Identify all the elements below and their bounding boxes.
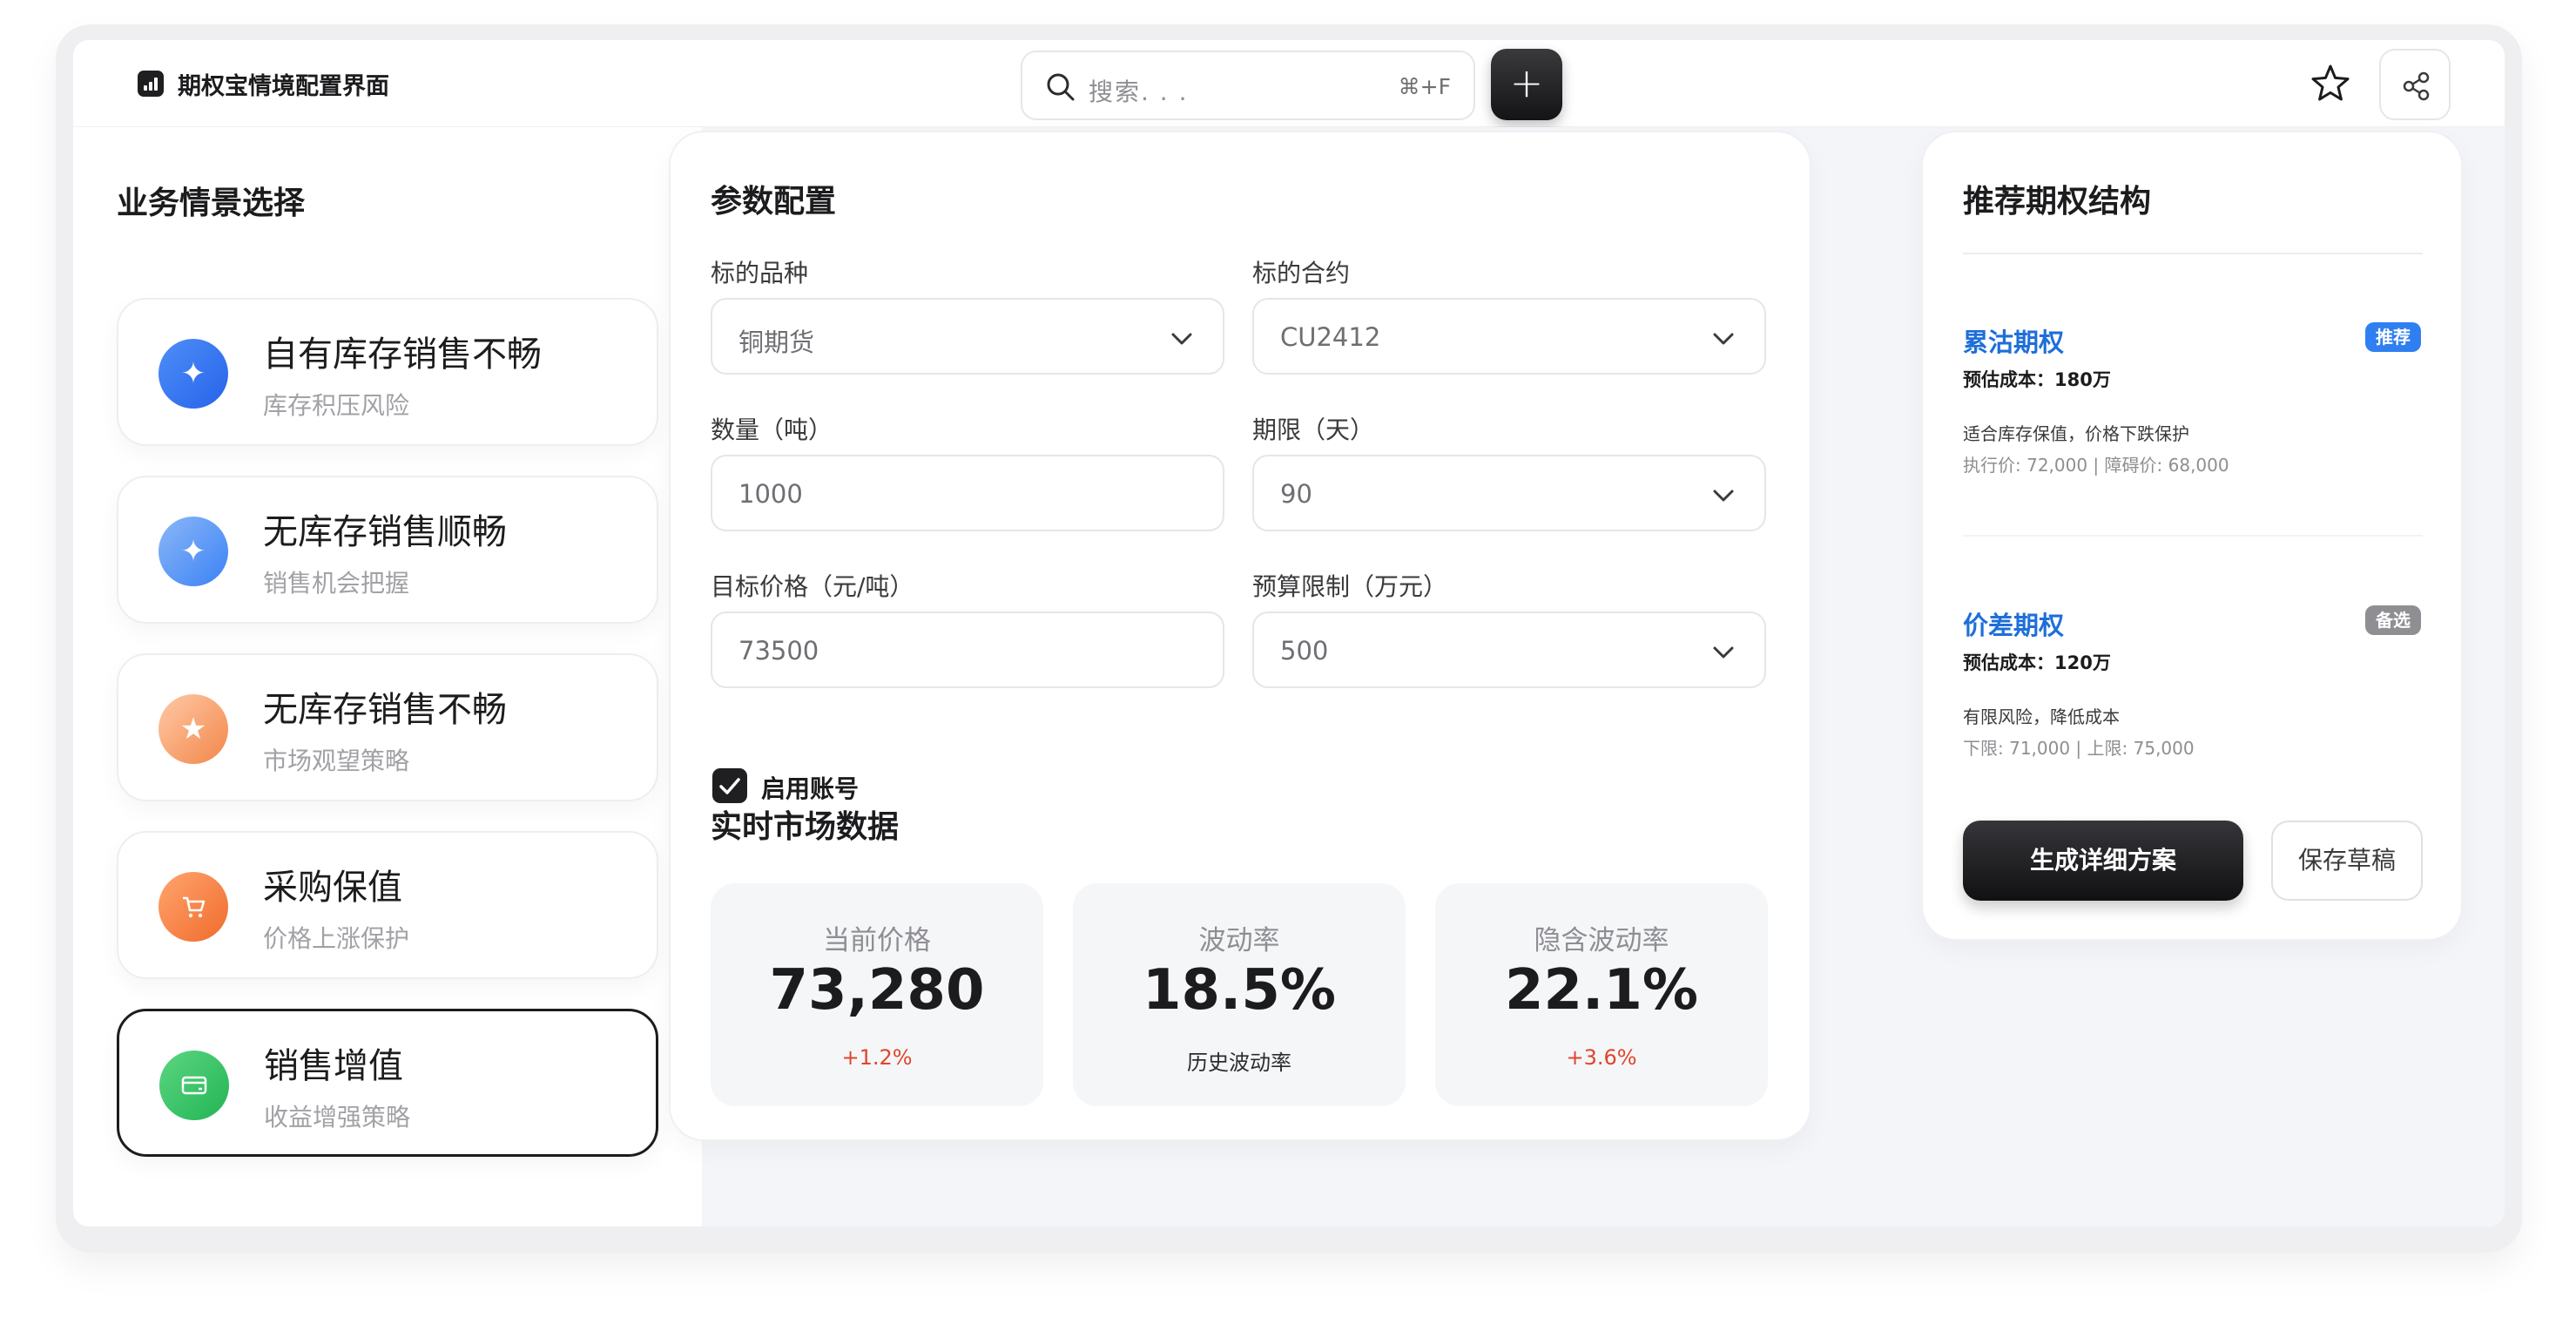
star-icon: ★ (179, 712, 207, 747)
scenario-purchase-hedge[interactable]: 采购保值 价格上涨保护 (117, 831, 658, 979)
scenario-own-inventory-slow[interactable]: ✦ 自有库存销售不畅 库存积压风险 (117, 298, 658, 446)
scenario-subtitle: 价格上涨保护 (263, 924, 410, 953)
metric-label: 隐含波动率 (1534, 925, 1669, 956)
metric-volatility: 波动率 18.5% 历史波动率 (1073, 883, 1406, 1106)
enable-account-label: 启用账号 (761, 774, 860, 803)
scenario-subtitle: 销售机会把握 (263, 569, 410, 598)
quantity-value: 1000 (738, 479, 803, 509)
metric-label: 波动率 (1198, 925, 1280, 956)
underlying-label: 标的品种 (711, 259, 809, 287)
option-badge: 推荐 (2365, 322, 2421, 352)
metric-note: 历史波动率 (1187, 1051, 1291, 1075)
target-price-value: 73500 (738, 636, 819, 666)
scenario-sales-enhance[interactable]: 销售增值 收益增强策略 (117, 1009, 658, 1157)
save-draft-button[interactable]: 保存草稿 (2271, 821, 2423, 901)
market-title: 实时市场数据 (711, 809, 900, 845)
metric-current-price: 当前价格 73,280 +1.2% (711, 883, 1043, 1106)
contract-select[interactable]: CU2412 (1252, 298, 1766, 375)
cart-icon (158, 872, 228, 942)
option-badge: 备选 (2365, 605, 2421, 635)
sidebar: 业务情景选择 ✦ 自有库存销售不畅 库存积压风险 ✦ 无库存销售顺畅 销售机会把… (73, 127, 702, 1226)
underlying-select[interactable]: 铜期货 (711, 298, 1224, 375)
metric-value: 73,280 (769, 958, 985, 1023)
search-placeholder: 搜索. . . (1089, 78, 1189, 106)
divider (1963, 535, 2423, 537)
scenario-title: 自有库存销售不畅 (263, 334, 542, 375)
underlying-value: 铜期货 (738, 328, 815, 357)
metric-change: +3.6% (1566, 1045, 1637, 1070)
scenario-title: 销售增值 (264, 1046, 403, 1086)
metric-change: +1.2% (841, 1045, 913, 1070)
chevron-down-icon (1713, 490, 1734, 502)
search-input[interactable]: 搜索. . . ⌘+F (1021, 51, 1475, 120)
budget-label: 预算限制（万元） (1252, 572, 1448, 601)
bar-chart-icon (138, 71, 164, 97)
param-title: 参数配置 (711, 184, 837, 220)
top-bar: 期权宝情境配置界面 搜索. . . ⌘+F + (73, 40, 2505, 127)
quantity-label: 数量（吨） (711, 416, 833, 444)
add-button[interactable]: + (1491, 49, 1562, 120)
scenario-no-inventory-smooth[interactable]: ✦ 无库存销售顺畅 销售机会把握 (117, 476, 658, 624)
check-icon (719, 778, 740, 794)
sparkle-icon: ✦ (180, 534, 206, 569)
divider (1963, 253, 2423, 254)
sidebar-title: 业务情景选择 (117, 186, 306, 221)
scenario-title: 无库存销售不畅 (263, 690, 507, 730)
budget-select[interactable]: 500 (1252, 611, 1766, 688)
recommend-card: 推荐期权结构 累沽期权 推荐 预估成本：180万 适合库存保值，价格下跌保护 执… (1921, 131, 2463, 941)
option-name[interactable]: 价差期权 (1963, 605, 2064, 642)
contract-label: 标的合约 (1252, 259, 1351, 287)
scenario-icon-badge (159, 1051, 229, 1120)
scenario-title: 无库存销售顺畅 (263, 512, 507, 552)
app-title: 期权宝情境配置界面 (178, 72, 389, 100)
metric-label: 当前价格 (823, 925, 931, 956)
scenario-icon-badge: ✦ (158, 517, 228, 586)
scenario-icon-badge: ★ (158, 694, 228, 764)
scenario-subtitle: 收益增强策略 (264, 1103, 411, 1132)
budget-value: 500 (1280, 636, 1329, 666)
sparkle-icon: ✦ (180, 356, 206, 391)
scenario-no-inventory-slow[interactable]: ★ 无库存销售不畅 市场观望策略 (117, 653, 658, 801)
term-label: 期限（天） (1252, 416, 1375, 444)
chevron-down-icon (1713, 333, 1734, 345)
metric-value: 18.5% (1142, 958, 1337, 1023)
term-select[interactable]: 90 (1252, 455, 1766, 531)
enable-account-checkbox[interactable] (712, 768, 747, 803)
option-cost: 预估成本：120万 (1963, 652, 2111, 673)
card-icon (159, 1051, 229, 1120)
target-price-input[interactable]: 73500 (711, 611, 1224, 688)
metric-implied-volatility: 隐含波动率 22.1% +3.6% (1435, 883, 1768, 1106)
option-desc: 适合库存保值，价格下跌保护 (1963, 423, 2189, 444)
quantity-input[interactable]: 1000 (711, 455, 1224, 531)
favorite-star-icon[interactable] (2303, 56, 2358, 111)
contract-value: CU2412 (1280, 322, 1381, 352)
option-name[interactable]: 累沽期权 (1963, 322, 2064, 359)
metric-value: 22.1% (1504, 958, 1699, 1023)
share-icon (2403, 71, 2430, 101)
scenario-subtitle: 库存积压风险 (263, 391, 410, 420)
option-desc: 有限风险，降低成本 (1963, 706, 2120, 727)
option-cost: 预估成本：180万 (1963, 369, 2111, 390)
app-brand: 期权宝情境配置界面 (138, 70, 389, 100)
scenario-title: 采购保值 (263, 868, 402, 908)
option-detail: 执行价: 72,000 | 障碍价: 68,000 (1963, 455, 2229, 476)
chevron-down-icon (1713, 646, 1734, 659)
target-price-label: 目标价格（元/吨） (711, 572, 914, 601)
term-value: 90 (1280, 479, 1312, 509)
param-config-card: 参数配置 标的品种 铜期货 标的合约 CU2412 数量（吨） 1000 期限（… (669, 131, 1811, 1141)
share-button[interactable] (2379, 49, 2451, 120)
chevron-down-icon (1171, 333, 1192, 345)
recommend-title: 推荐期权结构 (1963, 184, 2152, 220)
scenario-icon-badge: ✦ (158, 339, 228, 409)
scenario-icon-badge (158, 872, 228, 942)
option-detail: 下限: 71,000 | 上限: 75,000 (1963, 738, 2195, 759)
search-icon (1047, 73, 1075, 101)
generate-plan-button[interactable]: 生成详细方案 (1963, 821, 2243, 901)
search-shortcut: ⌘+F (1398, 74, 1451, 99)
scenario-subtitle: 市场观望策略 (263, 747, 410, 775)
